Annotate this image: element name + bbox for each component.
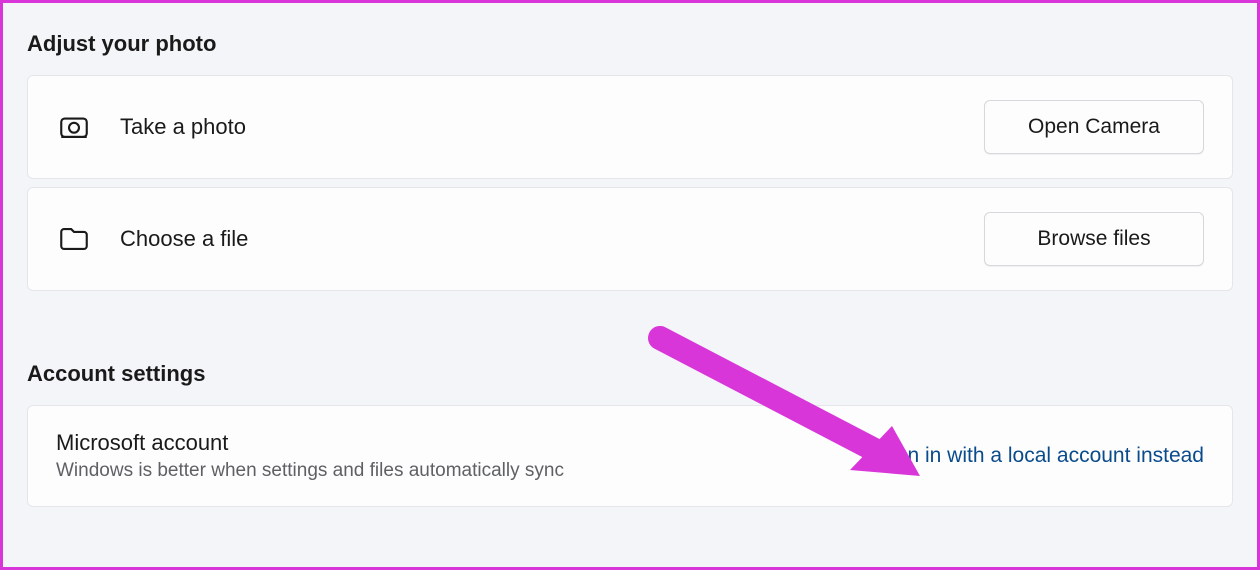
microsoft-account-subtitle: Windows is better when settings and file… <box>56 460 564 482</box>
account-settings-heading: Account settings <box>27 361 1233 387</box>
camera-icon <box>56 109 92 145</box>
open-camera-button[interactable]: Open Camera <box>984 100 1204 154</box>
microsoft-account-title: Microsoft account <box>56 430 564 456</box>
choose-file-row: Choose a file Browse files <box>27 187 1233 291</box>
browse-files-button[interactable]: Browse files <box>984 212 1204 266</box>
take-photo-row: Take a photo Open Camera <box>27 75 1233 179</box>
adjust-photo-heading: Adjust your photo <box>27 31 1233 57</box>
local-account-link[interactable]: Sign in with a local account instead <box>877 444 1204 468</box>
take-photo-label: Take a photo <box>120 114 246 140</box>
folder-icon <box>56 221 92 257</box>
microsoft-account-row: Microsoft account Windows is better when… <box>27 405 1233 507</box>
choose-file-label: Choose a file <box>120 226 248 252</box>
